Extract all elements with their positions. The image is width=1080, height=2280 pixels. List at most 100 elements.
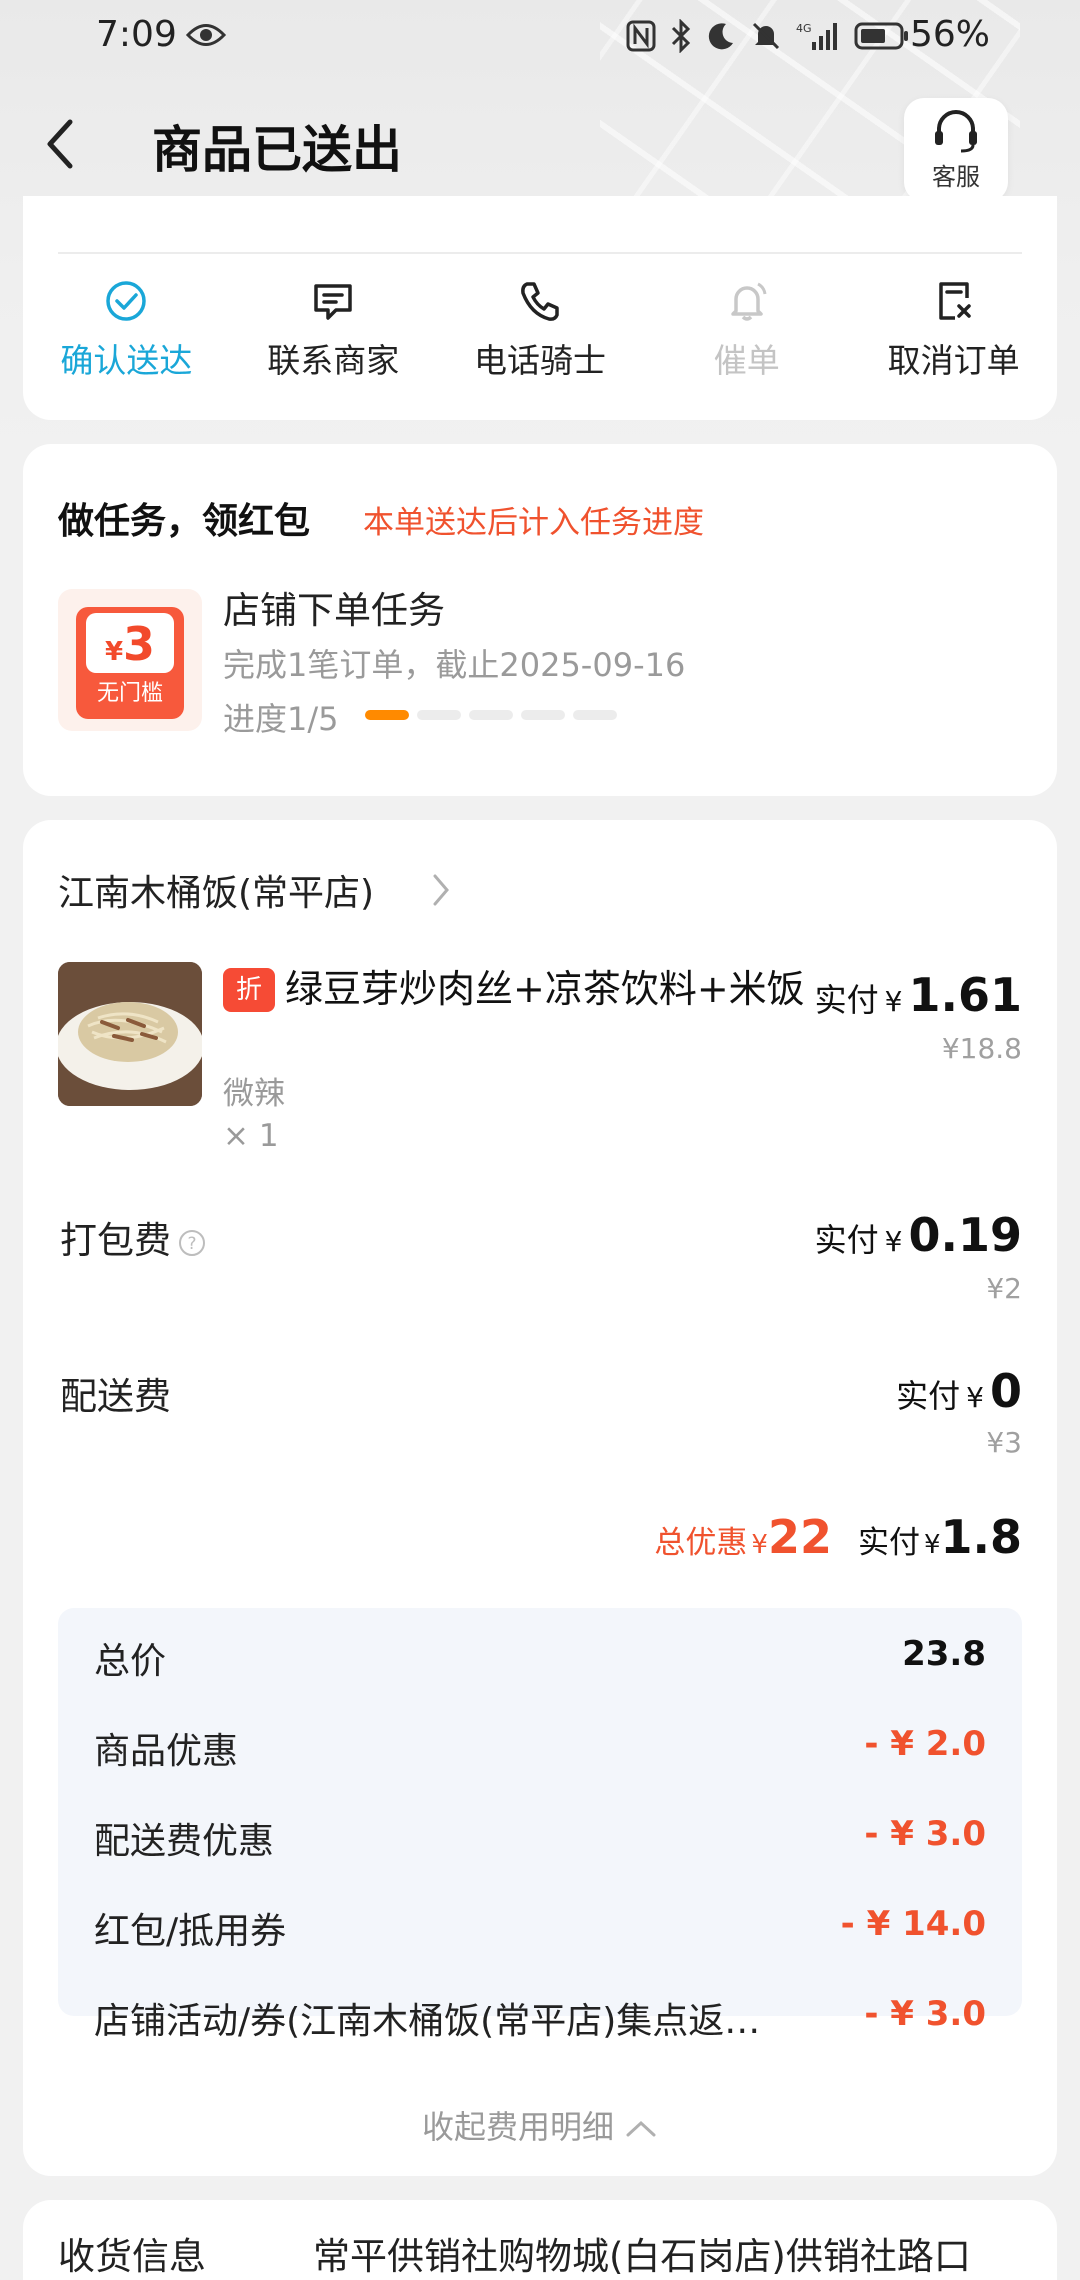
total-paid-value: 1.8 <box>940 1510 1023 1564</box>
address-card: 收货信息 常平供销社购物城(白石岗店)供销社路口 <box>23 2200 1057 2280</box>
contact-merchant-button[interactable]: 联系商家 <box>230 278 437 382</box>
call-rider-button[interactable]: 电话骑士 <box>437 278 644 382</box>
svg-text:?: ? <box>187 1234 196 1254</box>
order-actions-card: 确认送达 联系商家 电话骑士 催单 取消订单 <box>23 196 1057 420</box>
item-paid: 实付 ¥ 1.61 <box>815 968 1022 1022</box>
phone-icon <box>521 282 559 321</box>
paid-value: 0.19 <box>908 1208 1023 1262</box>
currency-symbol: ¥ <box>966 1381 984 1414</box>
paid-value: 0 <box>989 1364 1022 1418</box>
urge-order-button[interactable]: 催单 <box>643 278 850 382</box>
page-title: 商品已送出 <box>152 121 402 179</box>
delivery-fee-label: 配送费 <box>60 1375 171 1418</box>
cancel-doc-icon <box>938 282 971 320</box>
packing-original-price: ¥2 <box>986 1272 1022 1305</box>
customer-service-button[interactable]: 客服 <box>904 98 1008 202</box>
task-progress-text: 进度1/5 <box>223 700 339 738</box>
action-label: 催单 <box>713 341 780 380</box>
headset-icon <box>935 109 977 152</box>
action-label: 联系商家 <box>267 341 400 380</box>
breakdown-row: 店铺活动/券(江南木桶饭(常平店)集点返… - ¥ 3.0 <box>94 1986 986 2046</box>
action-row: 确认送达 联系商家 电话骑士 催单 取消订单 <box>23 278 1057 382</box>
signal-icon: 4G <box>796 22 837 50</box>
paid-label: 实付 <box>814 1221 879 1259</box>
task-card: 做任务，领红包 本单送达后计入任务进度 ¥3 无门槛 店铺下单任务 完成1笔订单… <box>23 444 1057 796</box>
currency-symbol: ¥ <box>884 1225 903 1258</box>
shop-name[interactable]: 江南木桶饭(常平店) <box>58 864 374 916</box>
action-label: 取消订单 <box>887 341 1020 380</box>
eye-icon <box>186 24 226 46</box>
moon-icon <box>708 23 733 50</box>
breakdown-label: 总价 <box>94 1641 167 1682</box>
item-name: 绿豆芽炒肉丝+凉茶饮料+米饭 <box>285 967 805 1011</box>
svg-text:4G: 4G <box>796 22 812 35</box>
battery-icon <box>854 22 908 50</box>
chevron-right-icon[interactable] <box>431 872 451 908</box>
delivery-paid: 实付 ¥ 0 <box>896 1364 1022 1418</box>
packing-label: 打包费 <box>60 1219 171 1262</box>
coupon-symbol: ¥ <box>104 637 124 667</box>
food-thumbnail <box>58 962 202 1106</box>
nav-bar: 商品已送出 客服 <box>0 88 1080 208</box>
task-name: 店铺下单任务 <box>223 589 445 632</box>
packing-paid: 实付 ¥ 0.19 <box>815 1208 1022 1262</box>
address-label: 收货信息 <box>58 2235 206 2278</box>
breakdown-value: - ¥ 2.0 <box>864 1724 986 1764</box>
coupon-amount: 3 <box>123 617 156 671</box>
status-bar: 7:09 4G 56% <box>0 0 1080 72</box>
packing-fee-label: 打包费? <box>60 1210 207 1264</box>
mute-bell-icon <box>752 22 780 50</box>
item-original-price: ¥18.8 <box>941 1032 1022 1065</box>
progress-segment <box>521 710 565 720</box>
breakdown-row: 总价 23.8 <box>94 1626 986 1686</box>
breakdown-row: 商品优惠 - ¥ 2.0 <box>94 1716 986 1776</box>
task-title: 做任务，领红包 <box>58 501 311 542</box>
item-spec: 微辣 <box>223 1076 285 1112</box>
divider <box>58 252 1022 254</box>
help-icon[interactable]: ? <box>177 1228 207 1258</box>
coupon-badge: ¥3 无门槛 <box>58 589 202 731</box>
progress-segment <box>573 710 617 720</box>
order-detail-card: 江南木桶饭(常平店) 折 绿豆芽炒肉丝+凉茶饮料+米饭 微辣 × 1 实付 ¥ … <box>23 820 1057 2176</box>
total-paid-label: 实付 <box>857 1525 920 1561</box>
action-label: 电话骑士 <box>473 341 606 380</box>
progress-segment <box>365 710 409 720</box>
total-discount-label: 总优惠 <box>654 1525 748 1561</box>
back-icon[interactable] <box>38 114 84 174</box>
delivery-original-price: ¥3 <box>986 1426 1022 1459</box>
currency-symbol: ¥ <box>923 1530 941 1560</box>
breakdown-value: - ¥ 3.0 <box>864 1994 986 2034</box>
paid-label: 实付 <box>814 981 879 1019</box>
breakdown-value: - ¥ 14.0 <box>840 1904 986 1944</box>
battery-percent: 56% <box>909 14 990 55</box>
breakdown-label: 店铺活动/券(江南木桶饭(常平店)集点返… <box>94 2001 761 2042</box>
breakdown-value: 23.8 <box>902 1634 986 1674</box>
collapse-fee-details-button[interactable]: 收起费用明细 <box>23 2102 1057 2148</box>
bluetooth-icon <box>671 19 691 53</box>
progress-segment <box>417 710 461 720</box>
task-progress-bar <box>365 710 617 720</box>
breakdown-value: - ¥ 3.0 <box>864 1814 986 1854</box>
paid-value: 1.61 <box>908 968 1023 1022</box>
breakdown-row: 配送费优惠 - ¥ 3.0 <box>94 1806 986 1866</box>
task-note: 本单送达后计入任务进度 <box>363 505 704 541</box>
confirm-delivery-button[interactable]: 确认送达 <box>23 278 230 382</box>
status-time: 7:09 <box>96 14 177 55</box>
nfc-icon <box>626 20 656 52</box>
item-quantity: × 1 <box>223 1118 279 1154</box>
check-circle-icon <box>106 281 147 321</box>
breakdown-label: 配送费优惠 <box>94 1821 275 1862</box>
service-label: 客服 <box>932 162 980 191</box>
total-discount-value: 22 <box>767 1510 832 1564</box>
paid-label: 实付 <box>896 1377 961 1415</box>
chat-icon <box>314 284 352 320</box>
currency-symbol: ¥ <box>884 985 903 1018</box>
breakdown-label: 商品优惠 <box>94 1731 239 1772</box>
address-value: 常平供销社购物城(白石岗店)供销社路口 <box>313 2235 971 2278</box>
progress-segment <box>469 710 513 720</box>
status-icons: 4G <box>626 16 910 56</box>
cancel-order-button[interactable]: 取消订单 <box>850 278 1057 382</box>
coupon-condition: 无门槛 <box>96 681 163 706</box>
fee-breakdown: 总价 23.8 商品优惠 - ¥ 2.0 配送费优惠 - ¥ 3.0 红包/抵用… <box>58 1608 1022 2042</box>
currency-symbol: ¥ <box>751 1530 768 1560</box>
